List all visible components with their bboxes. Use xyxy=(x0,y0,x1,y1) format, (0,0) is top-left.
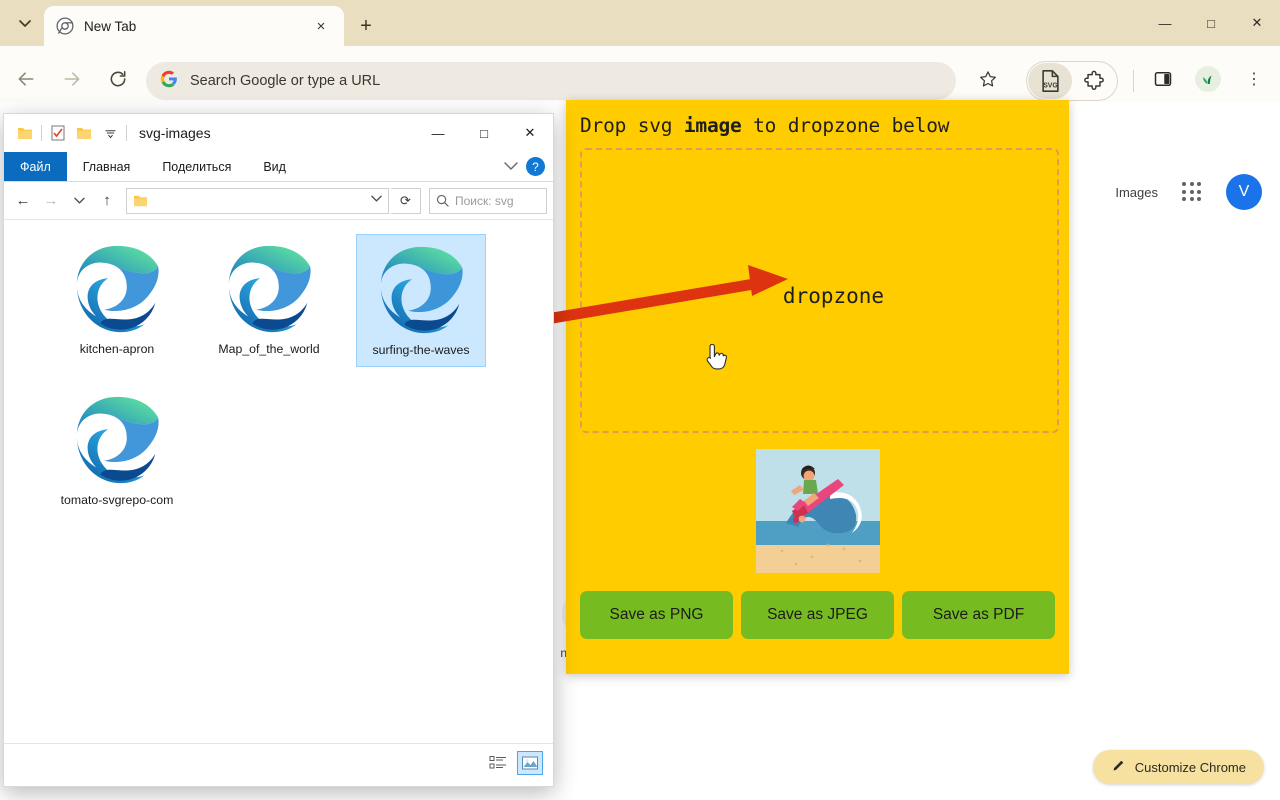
extensions-puzzle-icon[interactable] xyxy=(1072,63,1116,99)
side-panel-icon[interactable] xyxy=(1147,63,1179,95)
file-item-kitchen-apron[interactable]: kitchen-apron xyxy=(52,234,182,367)
browser-menu-icon[interactable]: ⋮ xyxy=(1238,63,1270,95)
save-buttons-row: Save as PNG Save as JPEG Save as PDF xyxy=(580,591,1055,639)
edge-icon xyxy=(380,246,463,334)
explorer-up-button[interactable]: ↑ xyxy=(94,188,120,214)
forward-button[interactable] xyxy=(56,63,88,95)
explorer-ribbon-tabs: Файл Главная Поделиться Вид ? xyxy=(4,152,553,182)
save-as-jpeg-button[interactable]: Save as JPEG xyxy=(741,591,894,639)
edge-icon xyxy=(76,245,159,333)
ribbon-tab-home[interactable]: Главная xyxy=(67,152,147,181)
help-icon[interactable]: ? xyxy=(526,157,545,176)
images-link[interactable]: Images xyxy=(1115,185,1158,200)
file-grid: kitchen-apron Map_of_the_world surfing-t… xyxy=(18,234,553,516)
explorer-search-placeholder: Поиск: svg xyxy=(455,193,514,208)
tab-title: New Tab xyxy=(84,18,137,34)
google-apps-icon[interactable] xyxy=(1180,180,1204,204)
explorer-search-field[interactable]: Поиск: svg xyxy=(429,187,547,214)
tab-close-icon[interactable]: × xyxy=(310,15,332,37)
dropzone-label: dropzone xyxy=(782,283,885,308)
bookmark-star-icon[interactable] xyxy=(972,63,1004,95)
chrome-favicon-icon xyxy=(56,17,74,35)
explorer-forward-button[interactable]: → xyxy=(38,188,64,214)
profile-avatar-icon[interactable] xyxy=(1192,63,1224,95)
tab-strip: New Tab × + — □ ✕ xyxy=(0,0,1280,46)
new-tab-button[interactable]: + xyxy=(352,12,380,40)
panel-title-bold: image xyxy=(683,114,742,137)
reload-button[interactable] xyxy=(102,63,134,95)
explorer-title-bar: svg-images — □ ✕ xyxy=(4,114,553,152)
file-label: Map_of_the_world xyxy=(218,342,320,356)
file-label: kitchen-apron xyxy=(79,342,155,356)
file-label: surfing-the-waves xyxy=(372,343,470,357)
preview-container xyxy=(580,449,1055,573)
file-explorer-window: svg-images — □ ✕ Файл Главная Поделиться… xyxy=(3,113,554,787)
minimize-button[interactable]: — xyxy=(1142,0,1188,46)
file-item-surfing-the-waves[interactable]: surfing-the-waves xyxy=(356,234,486,367)
explorer-address-field[interactable] xyxy=(126,187,389,214)
explorer-minimize-button[interactable]: — xyxy=(415,114,461,152)
close-window-button[interactable]: ✕ xyxy=(1234,0,1280,46)
dropzone[interactable]: dropzone xyxy=(580,148,1059,433)
customize-chrome-label: Customize Chrome xyxy=(1134,759,1246,775)
edge-icon xyxy=(76,396,159,484)
panel-title-prefix: Drop svg xyxy=(580,114,684,137)
explorer-close-button[interactable]: ✕ xyxy=(507,114,553,152)
explorer-address-bar: ← → ↑ ⟳ Поиск: svg xyxy=(4,182,553,220)
explorer-refresh-button[interactable]: ⟳ xyxy=(391,187,421,214)
edge-icon xyxy=(228,245,311,333)
maximize-button[interactable]: □ xyxy=(1188,0,1234,46)
explorer-window-controls: — □ ✕ xyxy=(415,114,553,152)
folder-icon[interactable] xyxy=(12,120,38,146)
address-bar-placeholder: Search Google or type a URL xyxy=(190,73,381,89)
customize-chrome-button[interactable]: Customize Chrome xyxy=(1092,750,1264,784)
tab-search-button[interactable] xyxy=(8,6,42,40)
details-view-button[interactable] xyxy=(485,751,511,775)
quick-access-divider xyxy=(41,125,42,141)
explorer-window-title: svg-images xyxy=(139,125,211,141)
address-dropdown-chevron-icon[interactable] xyxy=(371,195,382,206)
pencil-icon xyxy=(1111,758,1126,776)
svg-preview-image xyxy=(755,449,880,573)
file-item-map-of-the-world[interactable]: Map_of_the_world xyxy=(204,234,334,367)
properties-icon[interactable] xyxy=(45,120,71,146)
customize-quick-access-chevron-icon[interactable] xyxy=(97,120,123,146)
search-icon xyxy=(436,194,449,207)
ribbon-collapse-chevron-icon[interactable] xyxy=(504,158,518,176)
window-controls: — □ ✕ xyxy=(1142,0,1280,46)
extensions-pill: SVG xyxy=(1026,61,1118,101)
ribbon-right-controls: ? xyxy=(504,152,553,181)
explorer-status-bar xyxy=(4,743,553,781)
save-as-pdf-button[interactable]: Save as PDF xyxy=(902,591,1055,639)
address-bar[interactable]: Search Google or type a URL xyxy=(146,62,956,100)
svg-extension-panel: Drop svg image to dropzone below dropzon… xyxy=(566,100,1069,674)
explorer-recent-locations-button[interactable] xyxy=(66,188,92,214)
toolbar-divider xyxy=(1133,70,1134,92)
explorer-maximize-button[interactable]: □ xyxy=(461,114,507,152)
account-avatar[interactable]: V xyxy=(1226,174,1262,210)
ribbon-tab-share[interactable]: Поделиться xyxy=(146,152,247,181)
large-icons-view-button[interactable] xyxy=(517,750,543,775)
file-label: tomato-svgrepo-com xyxy=(60,493,174,507)
address-folder-icon xyxy=(134,195,147,207)
save-as-png-button[interactable]: Save as PNG xyxy=(580,591,733,639)
explorer-file-area[interactable]: kitchen-apron Map_of_the_world surfing-t… xyxy=(4,220,553,743)
file-item-tomato-svgrepo-com[interactable]: tomato-svgrepo-com xyxy=(52,385,182,516)
ntp-header-right: Images V xyxy=(1115,174,1262,210)
panel-title: Drop svg image to dropzone below xyxy=(580,114,1055,137)
ribbon-tab-file[interactable]: Файл xyxy=(4,152,67,181)
svg-extension-icon[interactable]: SVG xyxy=(1028,63,1072,99)
ribbon-tab-view[interactable]: Вид xyxy=(247,152,302,181)
google-g-icon xyxy=(160,70,178,93)
new-folder-icon[interactable] xyxy=(71,120,97,146)
browser-tab[interactable]: New Tab × xyxy=(44,6,344,46)
back-button[interactable] xyxy=(10,63,42,95)
svg-text:SVG: SVG xyxy=(1043,82,1058,89)
panel-title-suffix: to dropzone below xyxy=(741,114,950,137)
title-divider xyxy=(126,125,127,141)
explorer-back-button[interactable]: ← xyxy=(10,188,36,214)
